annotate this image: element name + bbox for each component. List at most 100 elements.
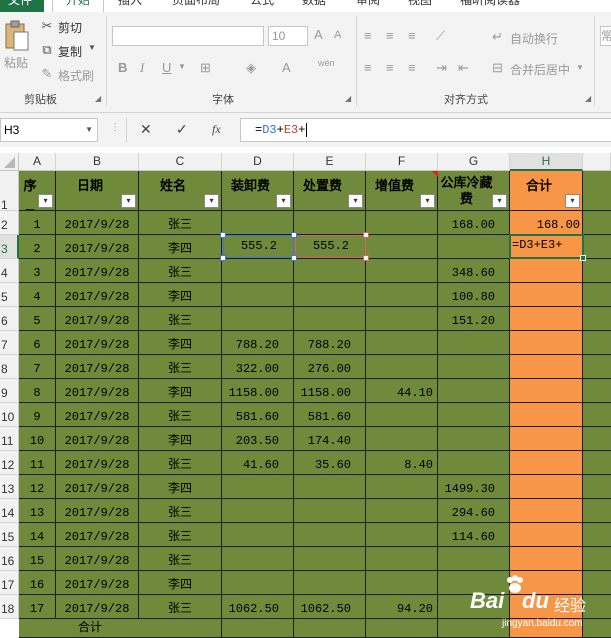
cell-g3[interactable] [438, 235, 510, 259]
cell-d17[interactable] [222, 571, 294, 595]
cell-e6[interactable] [294, 307, 366, 331]
cell-b16[interactable]: 2017/9/28 [56, 547, 139, 571]
header-cell-g[interactable]: 公库冷藏费 ▾ [438, 171, 510, 211]
cell-d16[interactable] [222, 547, 294, 571]
cell-c15[interactable]: 张三 [139, 523, 222, 547]
cell-c8[interactable]: 张三 [139, 355, 222, 379]
cell-c7[interactable]: 李四 [139, 331, 222, 355]
cell-h15[interactable] [510, 523, 583, 547]
font-name-input[interactable] [112, 26, 264, 46]
cell-a13[interactable]: 12 [19, 475, 56, 499]
alignment-launcher-icon[interactable]: ◢ [585, 94, 591, 103]
clipboard-launcher-icon[interactable]: ◢ [95, 94, 101, 103]
cell-i6[interactable] [583, 307, 611, 331]
tab-file[interactable]: 文件 [0, 0, 44, 12]
cell-g6[interactable]: 151.20 [438, 307, 510, 331]
cell-i13[interactable] [583, 475, 611, 499]
cell-e11[interactable]: 174.40 [294, 427, 366, 451]
cell-b3[interactable]: 2017/9/28 [56, 235, 139, 259]
cell-f6[interactable] [366, 307, 438, 331]
cell-g12[interactable] [438, 451, 510, 475]
row-header-16[interactable]: 16 [0, 547, 19, 571]
cell-f11[interactable] [366, 427, 438, 451]
row-header-2[interactable]: 2 [0, 211, 19, 235]
align-right-icon[interactable]: ≡ [408, 60, 416, 75]
cell-d9[interactable]: 1158.00 [222, 379, 294, 403]
cell-a8[interactable]: 7 [19, 355, 56, 379]
row-header-1[interactable]: 1 [0, 171, 19, 212]
cell-i1[interactable] [583, 171, 611, 211]
cell-b15[interactable]: 2017/9/28 [56, 523, 139, 547]
cell-h9[interactable] [510, 379, 583, 403]
cell-h2[interactable]: 168.00 [510, 211, 583, 235]
cell-a5[interactable]: 4 [19, 283, 56, 307]
cell-d5[interactable] [222, 283, 294, 307]
cell-a3[interactable]: 2 [19, 235, 56, 259]
cell-g11[interactable] [438, 427, 510, 451]
cell-e16[interactable] [294, 547, 366, 571]
cell-b11[interactable]: 2017/9/28 [56, 427, 139, 451]
cell-d14[interactable] [222, 499, 294, 523]
tab-view[interactable]: 视图 [408, 0, 432, 12]
cell-d6[interactable] [222, 307, 294, 331]
enter-button[interactable]: ✓ [176, 121, 188, 138]
cell-i10[interactable] [583, 403, 611, 427]
tab-insert[interactable]: 插入 [118, 0, 142, 12]
tab-data[interactable]: 数据 [302, 0, 326, 12]
cell-f8[interactable] [366, 355, 438, 379]
name-box-dropdown-icon[interactable]: ▼ [85, 119, 93, 141]
filter-dropdown-icon[interactable]: ▾ [38, 194, 53, 208]
cell-f18[interactable]: 94.20 [366, 595, 438, 619]
cell-i11[interactable] [583, 427, 611, 451]
cell-f13[interactable] [366, 475, 438, 499]
cell-e8[interactable]: 276.00 [294, 355, 366, 379]
cell-i14[interactable] [583, 499, 611, 523]
row-header-9[interactable]: 9 [0, 379, 19, 403]
cell-c5[interactable]: 李四 [139, 283, 222, 307]
filter-dropdown-icon[interactable]: ▾ [492, 194, 507, 208]
cell-h10[interactable] [510, 403, 583, 427]
fill-handle[interactable] [580, 255, 586, 261]
font-size-input[interactable]: 10 [268, 26, 308, 46]
row-header-10[interactable]: 10 [0, 403, 19, 427]
cell-b8[interactable]: 2017/9/28 [56, 355, 139, 379]
merge-dropdown-icon[interactable]: ▼ [576, 63, 584, 72]
tab-formulas[interactable]: 公式 [250, 0, 274, 12]
cell-d10[interactable]: 581.60 [222, 403, 294, 427]
cell-d4[interactable] [222, 259, 294, 283]
filter-dropdown-icon[interactable]: ▾ [276, 194, 291, 208]
cell-f7[interactable] [366, 331, 438, 355]
cell-a10[interactable]: 9 [19, 403, 56, 427]
cell-d18[interactable]: 1062.50 [222, 595, 294, 619]
cell-a16[interactable]: 15 [19, 547, 56, 571]
cell-f15[interactable] [366, 523, 438, 547]
cell-h6[interactable] [510, 307, 583, 331]
number-format-select[interactable]: 常 [600, 26, 611, 46]
cell-a12[interactable]: 11 [19, 451, 56, 475]
align-center-icon[interactable]: ≡ [386, 60, 394, 75]
reference-handle[interactable] [291, 255, 297, 261]
column-header-e[interactable]: E [294, 153, 366, 171]
cell-e9[interactable]: 1158.00 [294, 379, 366, 403]
cell-g16[interactable] [438, 547, 510, 571]
reference-handle[interactable] [220, 255, 226, 261]
cell-b9[interactable]: 2017/9/28 [56, 379, 139, 403]
cell-c14[interactable]: 张三 [139, 499, 222, 523]
cell-a18[interactable]: 17 [19, 595, 56, 619]
cell-g7[interactable] [438, 331, 510, 355]
cell-c9[interactable]: 李四 [139, 379, 222, 403]
cell-h4[interactable] [510, 259, 583, 283]
cell-b17[interactable]: 2017/9/28 [56, 571, 139, 595]
reference-handle[interactable] [220, 232, 226, 238]
column-header-h[interactable]: H [510, 153, 583, 171]
filter-dropdown-icon[interactable]: ▾ [420, 194, 435, 208]
tab-foxit-reader[interactable]: 福昕阅读器 [460, 0, 520, 12]
cell-f14[interactable] [366, 499, 438, 523]
shrink-font-icon[interactable]: A [334, 29, 341, 41]
cell-b4[interactable]: 2017/9/28 [56, 259, 139, 283]
cell-e5[interactable] [294, 283, 366, 307]
align-left-icon[interactable]: ≡ [364, 60, 372, 75]
cell-h13[interactable] [510, 475, 583, 499]
cell-f2[interactable] [366, 211, 438, 235]
cell-h16[interactable] [510, 547, 583, 571]
